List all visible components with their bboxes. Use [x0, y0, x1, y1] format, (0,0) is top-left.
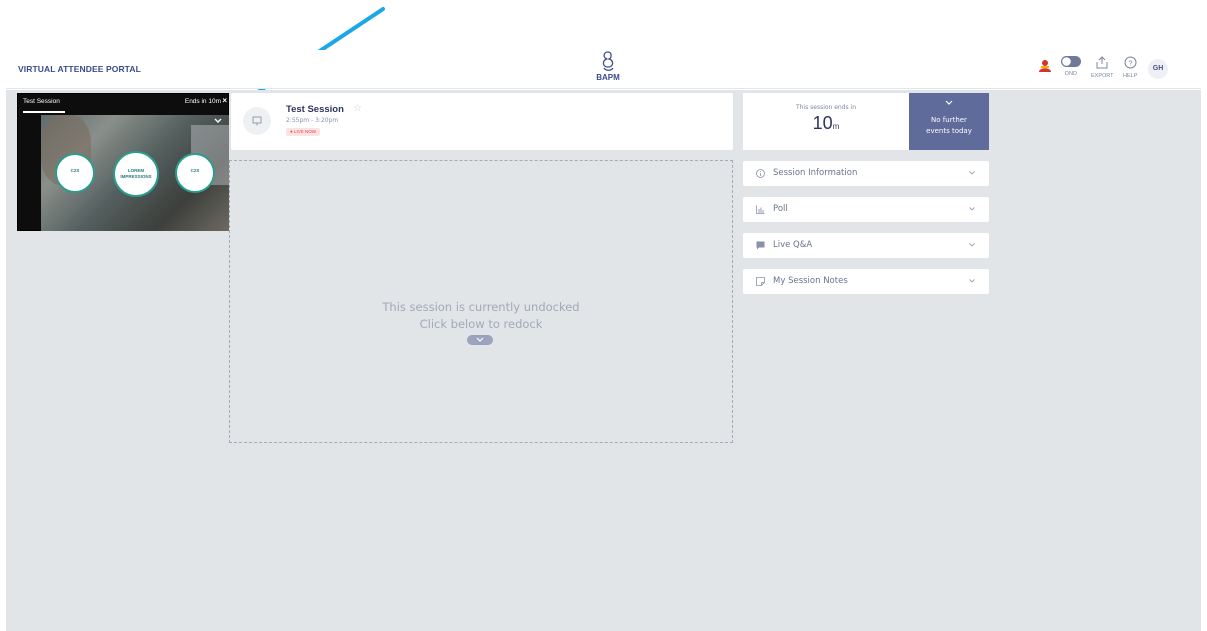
toggle-switch-icon	[1061, 56, 1081, 67]
session-card[interactable]: Test Session ☆ 2:55pm - 3:20pm ● LIVE NO…	[231, 93, 733, 150]
presentation-icon	[252, 116, 262, 126]
logo-mark-icon	[602, 51, 614, 71]
timer-unit: m	[832, 122, 840, 131]
circle-text: C2S	[190, 168, 200, 173]
session-information-panel[interactable]: Session Information	[743, 161, 989, 186]
top-header: VIRTUAL ATTENDEE PORTAL BAPM DND EXPORT …	[6, 50, 1201, 89]
chevron-down-icon	[945, 100, 953, 105]
favorite-star-icon[interactable]: ☆	[353, 103, 362, 114]
info-icon	[756, 169, 765, 178]
panel-label: Poll	[773, 204, 788, 214]
live-now-badge: ● LIVE NOW	[286, 128, 320, 136]
portal-title[interactable]: VIRTUAL ATTENDEE PORTAL	[18, 64, 141, 74]
video-logo-circle: LOREM IMPRESSIONS	[113, 151, 159, 197]
chat-bubble-icon	[756, 241, 765, 250]
session-title: Test Session	[286, 104, 344, 115]
next-events-line1: No further	[931, 116, 967, 124]
undocked-message: This session is currently undocked	[382, 300, 580, 314]
circle-text: C2S	[70, 168, 80, 173]
user-avatar[interactable]: GH	[1148, 59, 1168, 79]
live-qa-panel[interactable]: Live Q&A	[743, 233, 989, 258]
chevron-down-icon	[969, 279, 975, 283]
timer-number: 10	[812, 113, 833, 133]
panel-label: Session Information	[773, 168, 858, 178]
export-label: EXPORT	[1091, 73, 1114, 79]
export-button[interactable]: EXPORT	[1091, 56, 1114, 79]
session-time: 2:55pm - 3:20pm	[286, 117, 339, 124]
export-icon	[1096, 56, 1108, 69]
help-button[interactable]: ? HELP	[1123, 56, 1137, 79]
chevron-down-icon	[969, 207, 975, 211]
help-icon: ?	[1124, 56, 1137, 69]
video-frame[interactable]: C2S LOREM IMPRESSIONS C2S	[41, 115, 229, 231]
bapm-logo[interactable]: BAPM	[594, 50, 622, 88]
panel-label: Live Q&A	[773, 240, 813, 250]
status-person-icon[interactable]	[1039, 59, 1051, 75]
dnd-label: DND	[1065, 71, 1077, 77]
redock-button[interactable]	[467, 335, 493, 345]
next-events-text: No further events today	[909, 115, 989, 137]
timer-value: 10m	[743, 113, 909, 134]
session-notes-panel[interactable]: My Session Notes	[743, 269, 989, 294]
session-timer-card: This session ends in 10m	[743, 93, 909, 150]
timer-label: This session ends in	[795, 104, 857, 111]
video-logo-circle: C2S	[175, 153, 215, 193]
chevron-down-icon	[969, 171, 975, 175]
video-logo-circle: C2S	[55, 153, 95, 193]
player-ends-in: Ends in 10m	[184, 98, 221, 105]
chevron-down-icon[interactable]	[214, 118, 222, 124]
panel-label: My Session Notes	[773, 276, 848, 286]
player-progress-strip	[23, 111, 65, 113]
session-type-icon	[243, 107, 271, 135]
chevron-down-icon	[969, 243, 975, 247]
dnd-toggle[interactable]: DND	[1061, 56, 1081, 77]
help-label: HELP	[1123, 73, 1138, 79]
redock-instruction: Click below to redock	[419, 317, 543, 331]
player-title-bar[interactable]: Test Session Ends in 10m ×	[18, 94, 228, 108]
close-icon[interactable]: ×	[222, 96, 227, 105]
undocked-placeholder: This session is currently undocked Click…	[229, 160, 733, 443]
next-events-line2: events today	[926, 127, 972, 135]
chevron-down-icon	[476, 337, 484, 342]
svg-text:?: ?	[1128, 58, 1132, 67]
poll-chart-icon	[756, 205, 765, 214]
notes-icon	[756, 277, 765, 286]
poll-panel[interactable]: Poll	[743, 197, 989, 222]
logo-text: BAPM	[596, 73, 620, 82]
player-title: Test Session	[23, 98, 60, 105]
circle-text: LOREM IMPRESSIONS	[120, 168, 152, 179]
floating-video-player[interactable]: Test Session Ends in 10m × C2S LOREM IMP…	[17, 93, 229, 231]
next-events-card[interactable]: No further events today	[909, 93, 989, 150]
